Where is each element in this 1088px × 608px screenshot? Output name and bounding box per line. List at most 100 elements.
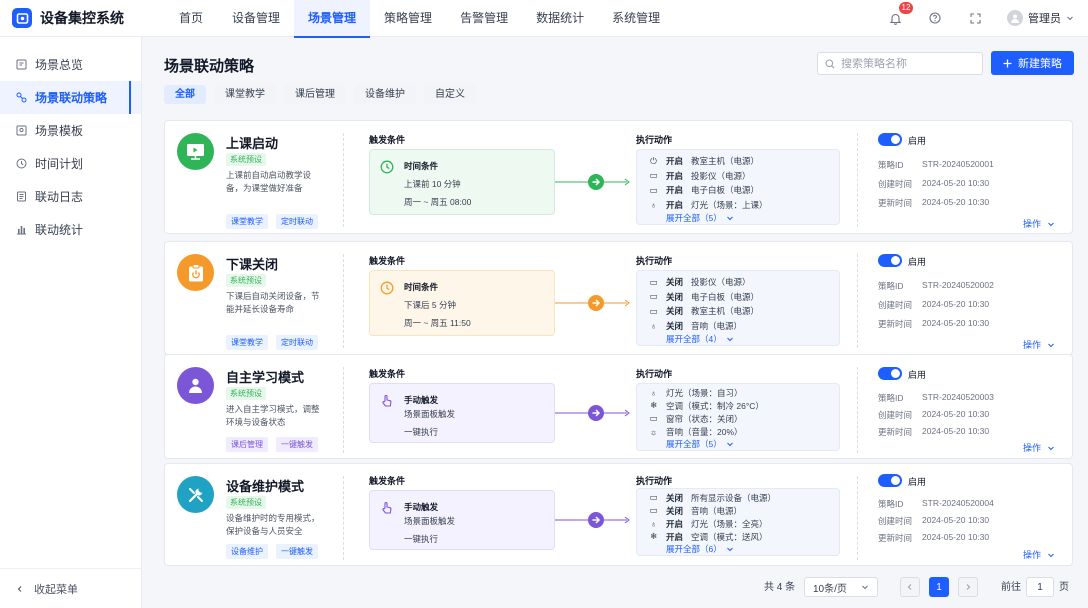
whiteboard-icon: ▭ <box>649 291 658 302</box>
prev-page-button[interactable] <box>900 577 920 597</box>
chevron-down-icon <box>726 442 733 447</box>
total-count: 共 4 条 <box>764 582 796 593</box>
bar-chart-icon <box>17 226 26 235</box>
updated-time: 2024-05-20 10:30 <box>922 532 990 542</box>
collapse-menu-button[interactable]: 收起菜单 <box>0 568 141 608</box>
nav-stats[interactable]: 数据统计 <box>522 0 598 37</box>
new-strategy-button[interactable]: 新建策略 <box>991 51 1074 75</box>
chevron-down-icon <box>726 337 733 342</box>
action-row: ▭ 关闭 电子白板（电源） <box>649 291 760 302</box>
strategy-card: 自主学习模式 系统预设 进入自主学习模式，调整环境与设备状态 课后管理 一键触发… <box>164 354 1073 459</box>
action-row: ⏻ 开启 教室主机（电源） <box>650 155 760 167</box>
operations-dropdown[interactable]: 操作 <box>1023 441 1055 454</box>
toggle-label: 启用 <box>908 370 927 380</box>
page-1-button[interactable]: 1 <box>929 577 949 597</box>
enable-toggle[interactable] <box>878 133 902 146</box>
sidebar-item-overview[interactable]: 场景总览 <box>0 48 141 81</box>
help-icon[interactable] <box>927 10 943 26</box>
action-list: ♁ 灯光（场景：自习） ❄ 空调（模式：制冷 26°C） ▭ 窗帘（状态：关闭） ☼ 音… <box>636 383 840 451</box>
flow-arrow-icon <box>555 405 630 421</box>
tab-custom[interactable]: 自定义 <box>424 85 476 104</box>
sidebar-item-schedule[interactable]: 时间计划 <box>0 147 141 180</box>
user-menu[interactable]: 管理员 <box>1007 10 1074 26</box>
action-row: ♁ 开启 灯光（场景：全亮） <box>650 518 768 529</box>
tools-icon <box>177 476 214 513</box>
sidebar-item-stats[interactable]: 联动统计 <box>0 213 141 246</box>
operations-dropdown[interactable]: 操作 <box>1023 548 1055 561</box>
enable-toggle[interactable] <box>878 254 902 267</box>
expand-actions-link[interactable]: 展开全部（4） <box>649 333 839 345</box>
search-input[interactable] <box>841 57 971 70</box>
strategy-id: STR-20240520002 <box>922 280 994 290</box>
chevron-down-icon <box>1048 222 1054 226</box>
sidebar-item-template[interactable]: 场景模板 <box>0 114 141 147</box>
nav-system[interactable]: 系统管理 <box>598 0 674 37</box>
trigger-title: 手动触发 <box>404 502 439 512</box>
trigger-title: 时间条件 <box>404 161 439 171</box>
nav-strategy[interactable]: 策略管理 <box>370 0 446 37</box>
tab-after-class[interactable]: 课后管理 <box>284 85 346 104</box>
action-row: ♁ 灯光（场景：自习） <box>650 387 743 398</box>
action-label: 执行动作 <box>636 369 673 379</box>
sidebar-item-label: 场景总览 <box>35 58 84 72</box>
action-list: ▭ 关闭 投影仪（电源） ▭ 关闭 电子白板（电源） ▭ 关闭 教室主机（电源） ♁ 关闭 音响… <box>636 270 840 346</box>
strategy-id: STR-20240520004 <box>922 498 994 508</box>
sun-icon: ☼ <box>649 426 658 437</box>
expand-actions-link[interactable]: 展开全部（5） <box>649 212 839 224</box>
sidebar-item-log[interactable]: 联动日志 <box>0 180 141 213</box>
flow-arrow-icon <box>555 174 630 190</box>
fullscreen-icon[interactable] <box>967 10 983 26</box>
tab-classroom[interactable]: 课堂教学 <box>214 85 276 104</box>
hand-tap-icon <box>382 501 392 514</box>
updated-time: 2024-05-20 10:30 <box>922 197 990 207</box>
toggle-label: 启用 <box>908 136 927 146</box>
curtain-icon: ▭ <box>649 413 658 423</box>
nav-scene[interactable]: 场景管理 <box>294 0 371 38</box>
expand-actions-link[interactable]: 展开全部（6） <box>649 543 839 555</box>
meta-label: 更新时间 <box>878 198 913 208</box>
tab-all[interactable]: 全部 <box>164 85 206 104</box>
clipboard-power-icon <box>177 254 214 291</box>
operations-dropdown[interactable]: 操作 <box>1023 338 1055 351</box>
expand-actions-link[interactable]: 展开全部（5） <box>649 438 839 450</box>
action-row: ♁ 开启 灯光（场景：上课） <box>650 199 768 210</box>
sidebar-item-label: 联动日志 <box>35 190 84 204</box>
bell-icon[interactable]: 12 <box>887 2 913 26</box>
next-page-button[interactable] <box>958 577 978 597</box>
nav-device[interactable]: 设备管理 <box>218 0 294 37</box>
meta-label: 策略ID <box>878 281 904 291</box>
strategy-name: 下课关闭 <box>226 257 279 272</box>
preset-badge: 系统预设 <box>226 496 266 509</box>
goto-page-input[interactable]: 1 <box>1026 577 1054 597</box>
overview-icon <box>16 59 27 70</box>
trigger-box: 时间条件 下课后 5 分钟 周一 ~ 周五 11:50 <box>369 270 555 336</box>
meta-label: 更新时间 <box>878 533 913 543</box>
divider <box>343 367 344 453</box>
user-study-icon <box>177 367 214 404</box>
page-title: 场景联动策略 <box>164 58 255 75</box>
strategy-name: 自主学习模式 <box>226 370 305 385</box>
page-size-select[interactable]: 10条/页 <box>804 577 878 597</box>
snowflake-icon: ❄ <box>649 531 658 541</box>
strategy-card: 设备维护模式 系统预设 设备维护时的专用模式，保护设备与人员安全 设备维护 一键… <box>164 463 1073 566</box>
avatar <box>1007 10 1023 26</box>
enable-toggle[interactable] <box>878 474 902 487</box>
nav-alarm[interactable]: 告警管理 <box>446 0 522 37</box>
operations-dropdown[interactable]: 操作 <box>1023 217 1055 230</box>
enable-toggle[interactable] <box>878 367 902 380</box>
chevron-right-icon <box>966 584 971 590</box>
divider <box>857 254 858 348</box>
app-logo[interactable]: 设备集控系统 <box>0 8 164 28</box>
strategy-id: STR-20240520003 <box>922 392 994 402</box>
strategy-desc: 上课前自动启动教学设备，为课堂做好准备 <box>226 170 312 193</box>
search-box[interactable] <box>817 52 983 75</box>
nav-home[interactable]: 首页 <box>164 0 218 37</box>
projector-icon: ▭ <box>649 276 658 287</box>
sidebar-item-linkage[interactable]: 场景联动策略 <box>0 81 141 114</box>
action-row: ▭ 关闭 所有显示设备（电源） <box>649 492 777 503</box>
trigger-title: 手动触发 <box>404 395 439 405</box>
action-row: ▭ 窗帘（状态：关闭） <box>649 413 743 424</box>
clock-icon <box>16 158 27 169</box>
action-label: 执行动作 <box>636 476 673 486</box>
tab-maintenance[interactable]: 设备维护 <box>354 85 416 104</box>
